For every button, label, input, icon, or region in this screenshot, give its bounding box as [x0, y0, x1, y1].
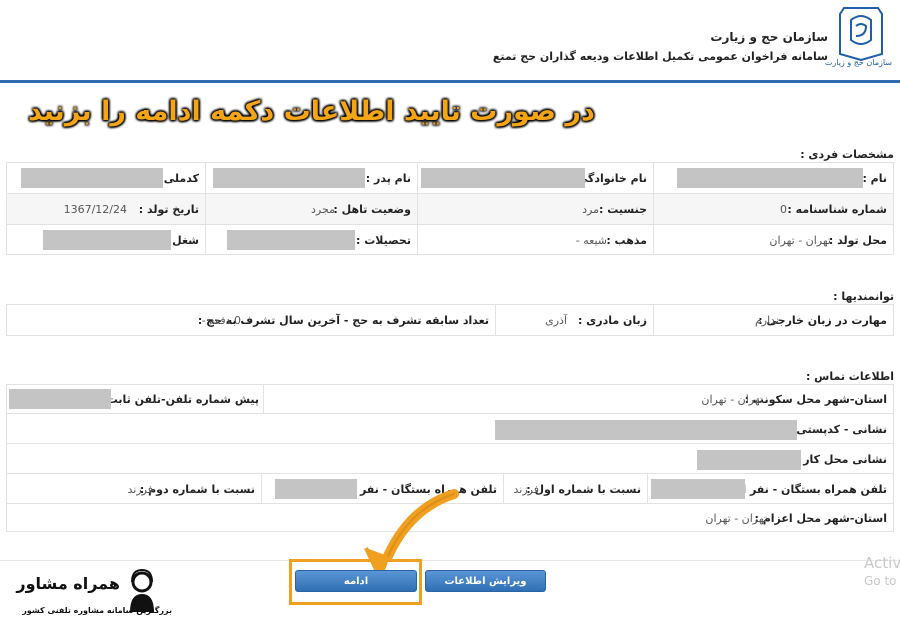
windows-activation-line2: Go to — [864, 574, 897, 588]
contact-row: نشانی - کدپستی : — [7, 414, 893, 444]
logo-caption: سازمان حج و زیارت — [824, 58, 892, 67]
watermark: همراه مشاور بزرگترین سامانه مشاوره تلفنی… — [6, 568, 174, 618]
contact-row: نشانی محل کار : — [7, 444, 893, 474]
contact-section-title: اطلاعات تماس : — [805, 370, 894, 383]
birth-place-value: تهران - تهران — [769, 234, 831, 247]
watermark-tagline: بزرگترین سامانه مشاوره تلفنی کشور — [22, 606, 172, 615]
father-name-label: نام پدر : — [365, 172, 411, 185]
system-name: سامانه فراخوان عمومی تکمیل اطلاعات ودیعه… — [492, 50, 828, 63]
gender-label: جنسیت : — [599, 203, 647, 216]
header-divider — [0, 80, 900, 83]
address-redacted — [495, 420, 797, 440]
gender-value: مرد — [582, 203, 599, 216]
family-name-redacted — [421, 168, 585, 188]
relation2-value: فرزند — [127, 483, 153, 496]
continue-button[interactable]: ادامه — [295, 570, 417, 592]
marital-value: مجرد — [311, 203, 335, 216]
personal-row: محل تولد : تهران - تهران مذهب : شیعه - ت… — [7, 225, 893, 255]
companion1-redacted — [651, 479, 745, 499]
windows-activation-line1: Activ — [864, 554, 900, 572]
national-id-redacted — [21, 168, 163, 188]
birth-cert-value: 0 — [780, 203, 787, 216]
hajj-history-value: 0 دفعه - — [201, 314, 241, 327]
abilities-section-title: توانمندیها : — [833, 290, 894, 303]
relation2-label: نسبت با شماره دوم : — [139, 483, 255, 496]
residence-value: تهران - تهران — [701, 393, 763, 406]
education-label: تحصیلات : — [355, 234, 411, 247]
address-label: نشانی - کدپستی : — [788, 423, 887, 436]
personal-row: نام : نام خانوادگی : نام پدر : کدملی : — [7, 163, 893, 194]
hajj-history-label: تعداد سابقه تشرف به حج - آخرین سال تشرف … — [197, 314, 489, 327]
religion-value: شیعه - — [575, 234, 607, 247]
job-redacted — [43, 230, 171, 250]
phone-prefix-label: پیش شماره تلفن-تلفن ثابت : — [98, 393, 259, 406]
education-redacted — [227, 230, 355, 250]
overlay-instruction: در صورت تایید اطلاعات دکمه ادامه را بزنی… — [28, 96, 595, 127]
name-label: نام : — [862, 172, 887, 185]
personal-panel: نام : نام خانوادگی : نام پدر : کدملی : ش… — [6, 162, 894, 255]
relation1-value: فرزند — [513, 483, 539, 496]
phone-redacted — [9, 389, 111, 409]
work-address-label: نشانی محل کار : — [794, 453, 887, 466]
birth-cert-label: شماره شناسنامه : — [787, 203, 887, 216]
edit-info-button[interactable]: ویرایش اطلاعات — [425, 570, 546, 592]
mother-tongue-value: آذری — [545, 314, 567, 327]
mother-tongue-label: زبان مادری : — [577, 314, 647, 327]
dispatch-label: استان-شهر محل اعزام : — [754, 512, 888, 525]
birth-date-value: 1367/12/24 — [63, 203, 127, 216]
watermark-brand: همراه مشاور — [16, 574, 120, 593]
org-name: سازمان حج و زیارت — [710, 30, 828, 44]
personal-section-title: مشخصات فردی : — [800, 148, 894, 161]
companion2-redacted — [275, 479, 357, 499]
abilities-panel: مهارت در زبان خارجی : ندارم زبان مادری :… — [6, 304, 894, 336]
birth-place-label: محل تولد : — [828, 234, 887, 247]
religion-label: مذهب : — [606, 234, 647, 247]
dispatch-value: تهران - تهران — [705, 512, 767, 525]
name-redacted — [677, 168, 863, 188]
contact-row: استان-شهر محل سکونت : تهران - تهران پیش … — [7, 385, 893, 414]
birth-date-label: تاریخ تولد : — [138, 203, 199, 216]
marital-label: وضعیت تاهل : — [333, 203, 411, 216]
residence-label: استان-شهر محل سکونت : — [744, 393, 887, 406]
father-name-redacted — [213, 168, 365, 188]
personal-row: شماره شناسنامه : 0 جنسیت : مرد وضعیت تاه… — [7, 194, 893, 225]
foreign-lang-value: ندارم — [754, 314, 779, 327]
work-address-redacted — [697, 450, 801, 470]
relation1-label: نسبت با شماره اول : — [526, 483, 641, 496]
